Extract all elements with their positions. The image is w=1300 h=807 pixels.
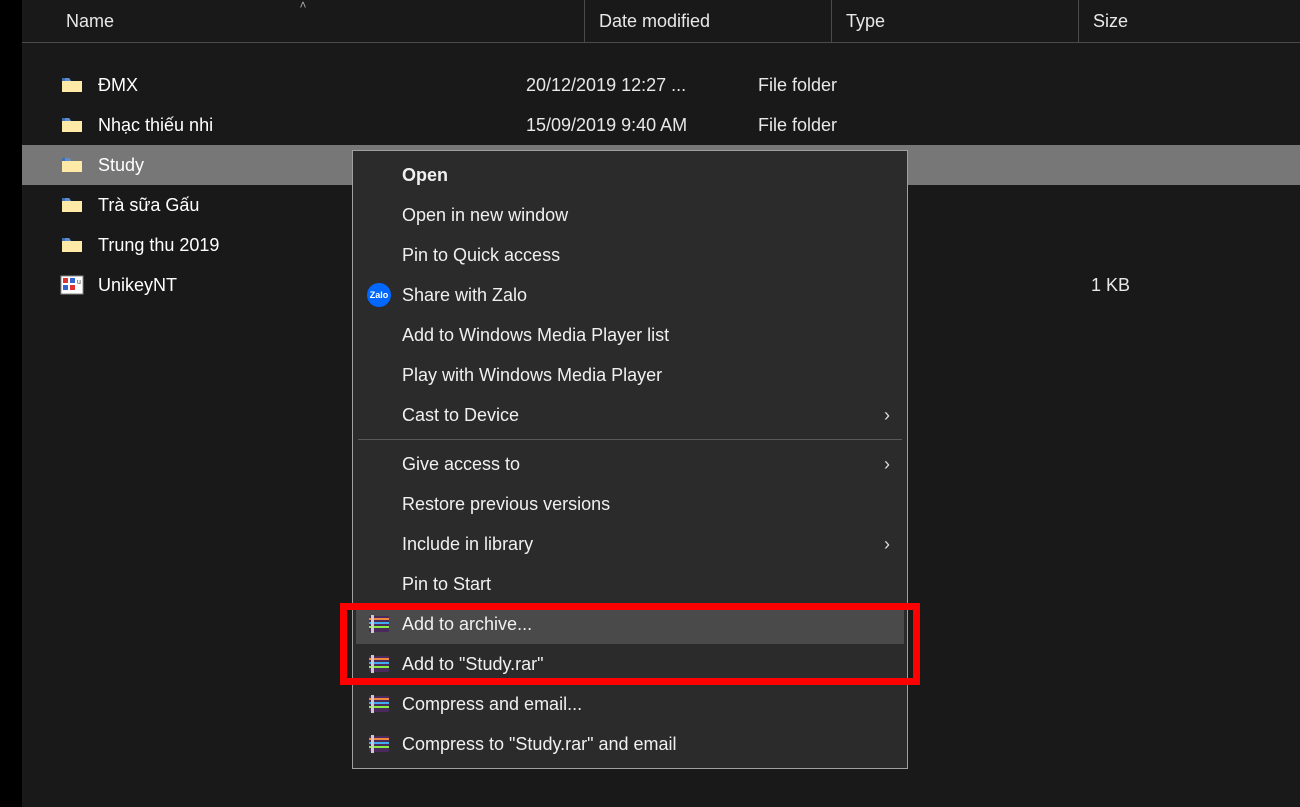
sort-indicator-icon: ˄: [299, 0, 306, 12]
cell-type: File folder: [758, 115, 990, 136]
menu-item[interactable]: Open: [356, 155, 904, 195]
file-name-label: ĐMX: [98, 75, 138, 96]
menu-item[interactable]: Cast to Device ›: [356, 395, 904, 435]
menu-item[interactable]: Pin to Quick access: [356, 235, 904, 275]
menu-item[interactable]: Add to Windows Media Player list: [356, 315, 904, 355]
folder-icon: [60, 73, 84, 97]
menu-item-label: Add to Windows Media Player list: [402, 325, 669, 346]
chevron-right-icon: ›: [884, 405, 890, 426]
chevron-right-icon: ›: [884, 454, 890, 475]
winrar-icon: [366, 651, 392, 677]
menu-item-label: Include in library: [402, 534, 533, 555]
menu-item-label: Compress and email...: [402, 694, 582, 715]
menu-item[interactable]: Give access to ›: [356, 444, 904, 484]
header-type-label: Type: [846, 11, 885, 32]
header-size-label: Size: [1093, 11, 1128, 32]
menu-separator: [358, 439, 902, 440]
folder-icon: [60, 233, 84, 257]
cell-size: 1 KB: [990, 275, 1130, 296]
header-type[interactable]: Type: [832, 0, 1079, 42]
header-name[interactable]: ˄ Name: [22, 0, 585, 42]
menu-item[interactable]: Play with Windows Media Player: [356, 355, 904, 395]
file-row[interactable]: Nhạc thiếu nhi 15/09/2019 9:40 AMFile fol…: [22, 105, 1300, 145]
context-menu: Open Open in new window Pin to Quick acces…: [352, 150, 908, 769]
unikey-icon: [60, 273, 84, 297]
menu-item[interactable]: Pin to Start: [356, 564, 904, 604]
menu-item-label: Restore previous versions: [402, 494, 610, 515]
menu-item-label: Pin to Start: [402, 574, 491, 595]
folder-icon: [60, 113, 84, 137]
menu-item[interactable]: Add to archive...: [356, 604, 904, 644]
file-name-label: Trà sữa Gấu: [98, 195, 199, 216]
cell-name: Nhạc thiếu nhi: [60, 113, 526, 137]
file-name-label: Nhạc thiếu nhi: [98, 115, 213, 136]
menu-item-label: Compress to "Study.rar" and email: [402, 734, 677, 755]
header-date-label: Date modified: [599, 11, 710, 32]
folder-icon: [60, 153, 84, 177]
menu-item-label: Open: [402, 165, 448, 186]
menu-item-label: Play with Windows Media Player: [402, 365, 662, 386]
winrar-icon: [366, 611, 392, 637]
menu-item-label: Add to "Study.rar": [402, 654, 544, 675]
menu-item-label: Share with Zalo: [402, 285, 527, 306]
cell-name: ĐMX: [60, 73, 526, 97]
menu-item-label: Give access to: [402, 454, 520, 475]
menu-item-label: Add to archive...: [402, 614, 532, 635]
menu-item-label: Pin to Quick access: [402, 245, 560, 266]
menu-item-label: Open in new window: [402, 205, 568, 226]
folder-icon: [60, 193, 84, 217]
winrar-icon: [366, 691, 392, 717]
zalo-icon: Zalo: [366, 282, 392, 308]
chevron-right-icon: ›: [884, 534, 890, 555]
menu-item-label: Cast to Device: [402, 405, 519, 426]
menu-item[interactable]: Open in new window: [356, 195, 904, 235]
menu-item[interactable]: Add to "Study.rar": [356, 644, 904, 684]
cell-type: File folder: [758, 75, 990, 96]
header-name-label: Name: [66, 11, 114, 32]
menu-item[interactable]: Include in library ›: [356, 524, 904, 564]
header-date[interactable]: Date modified: [585, 0, 832, 42]
file-row[interactable]: ĐMX 20/12/2019 12:27 ...File folder: [22, 65, 1300, 105]
menu-item[interactable]: Zalo Share with Zalo: [356, 275, 904, 315]
file-name-label: UnikeyNT: [98, 275, 177, 296]
winrar-icon: [366, 731, 392, 757]
header-size[interactable]: Size: [1079, 0, 1300, 42]
cell-date: 20/12/2019 12:27 ...: [526, 75, 758, 96]
file-name-label: Trung thu 2019: [98, 235, 219, 256]
menu-item[interactable]: Compress and email...: [356, 684, 904, 724]
menu-item[interactable]: Restore previous versions: [356, 484, 904, 524]
menu-item[interactable]: Compress to "Study.rar" and email: [356, 724, 904, 764]
cell-date: 15/09/2019 9:40 AM: [526, 115, 758, 136]
file-name-label: Study: [98, 155, 144, 176]
column-headers: ˄ Name Date modified Type Size: [22, 0, 1300, 43]
